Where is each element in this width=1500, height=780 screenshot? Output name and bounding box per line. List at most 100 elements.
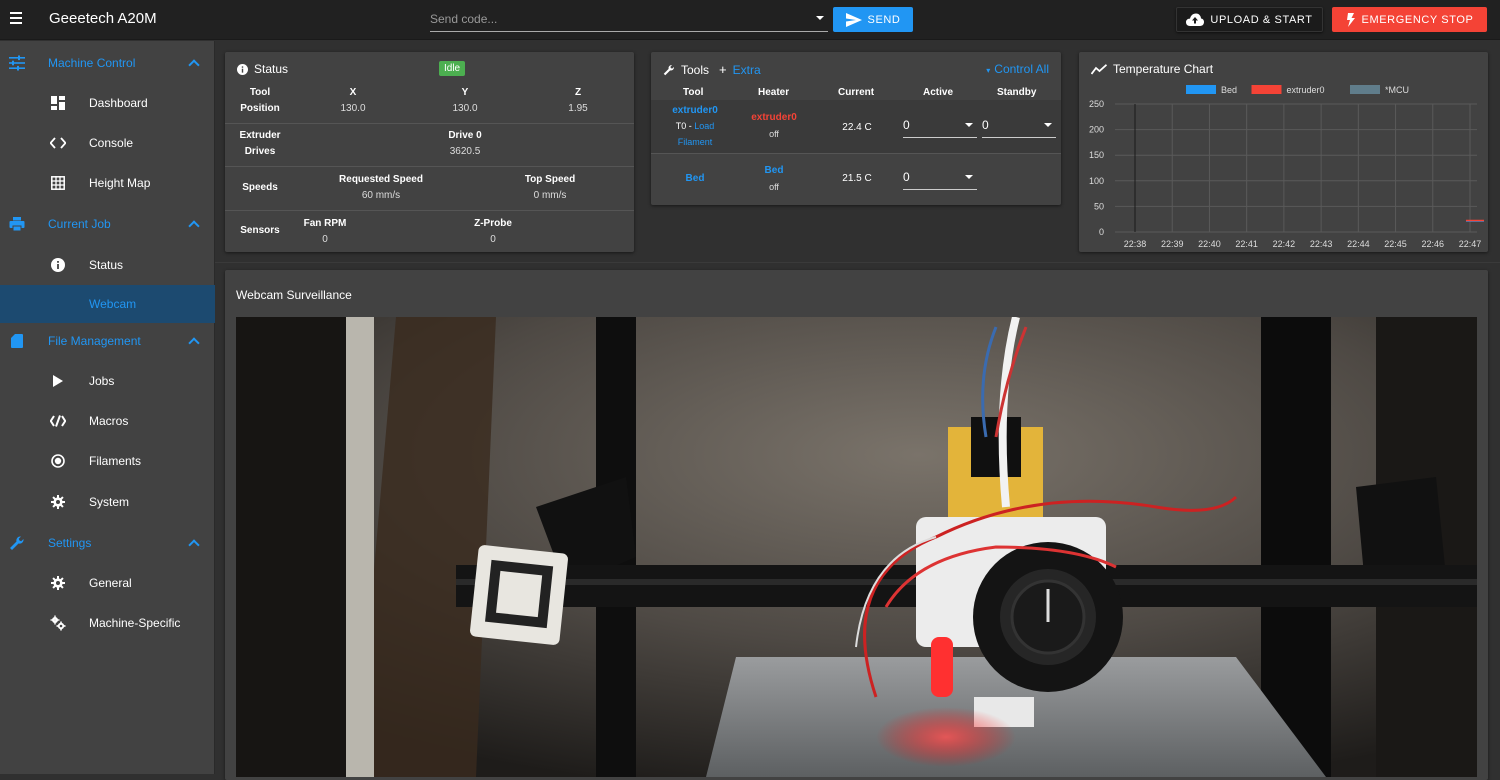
nav-item-console[interactable]: Console [0,124,215,162]
status-title-text: Status [254,62,289,76]
active-temp-select-bed[interactable]: 0 [903,166,977,190]
nav-item-label: Machine-Specific [89,616,181,630]
nav-item-webcam[interactable]: Webcam [0,285,215,323]
load-filament-link-2[interactable]: Filament [661,137,729,147]
webcam-title: Webcam Surveillance [236,288,352,302]
position-row-label: Tool Position [240,87,280,114]
play-icon [50,373,66,389]
current-temp-bed: 21.5 C [842,173,872,184]
x-tick-label: 22:38 [1124,239,1147,249]
speeds-row-label: Speeds [242,182,278,193]
chevron-up-icon [188,59,200,71]
x-tick-label: 22:40 [1198,239,1221,249]
hamburger-menu-icon[interactable] [10,12,22,24]
nav-item-dashboard[interactable]: Dashboard [0,84,215,122]
send-code-input[interactable] [430,8,810,30]
emergency-stop-label: EMERGENCY STOP [1361,13,1474,26]
legend-label: extruder0 [1287,85,1325,95]
nav-item-height-map[interactable]: Height Map [0,164,215,202]
drive-0: Drive 0 3620.5 [448,130,482,157]
chevron-up-icon [188,337,200,349]
chevron-up-icon [188,539,200,551]
dashboard-icon [50,95,66,111]
grid-icon [50,175,66,191]
current-temp-extruder0: 22.4 C [842,122,872,133]
flash-icon [1346,12,1355,27]
send-icon [845,12,862,27]
send-code-field[interactable] [430,8,828,32]
navigation-drawer: Machine Control Dashboard Console Height… [0,41,215,774]
column-header-active: Active [923,87,954,98]
standby-temp-select-extruder0[interactable]: 0 [982,114,1056,138]
z-probe: Z-Probe 0 [474,218,512,245]
upload-start-label: UPLOAD & START [1210,13,1313,26]
nav-item-macros[interactable]: Macros [0,402,215,440]
x-tick-label: 22:45 [1384,239,1407,249]
top-speed: Top Speed 0 mm/s [524,174,576,201]
nav-item-label: System [89,495,130,509]
tool-extruder0-link[interactable]: extruder0 [661,105,729,116]
control-all-menu[interactable]: ▾ Control All [986,62,1049,76]
position-z: Z 1.95 [568,87,588,114]
extra-menu[interactable]: Extra [733,63,761,77]
wrench-icon [663,64,674,75]
x-tick-label: 22:44 [1347,239,1370,249]
nav-item-label: Height Map [89,176,151,190]
webcam-image [236,317,1477,777]
column-header-current: Current [838,87,875,98]
tool-bed-link[interactable]: Bed [661,173,729,184]
chevron-down-icon[interactable] [816,16,824,20]
sensors-row-label: Sensors [240,225,280,236]
nav-group-label: File Management [48,334,141,348]
gear-icon [50,575,66,591]
nav-item-label: Status [89,258,124,272]
y-tick-label: 50 [1094,201,1104,211]
y-tick-label: 0 [1099,227,1104,237]
status-badge: Idle [439,61,466,76]
plus-icon: + [719,62,727,77]
gear-icon [50,494,66,510]
column-header-standby: Standby [997,87,1037,98]
y-tick-label: 150 [1089,150,1104,160]
nav-item-label: Filaments [89,454,142,468]
nav-item-label: Jobs [89,374,115,388]
x-tick-label: 22:41 [1235,239,1258,249]
nav-group-file-management[interactable]: File Management [0,321,215,361]
row-divider [225,123,634,124]
upload-start-button[interactable]: UPLOAD & START [1176,7,1323,32]
status-panel: Status Idle Tool Position X 130.0 Y 130.0 … [225,52,634,252]
x-tick-label: 22:47 [1459,239,1482,249]
nav-item-label: Console [89,136,134,150]
heater-bed-link[interactable]: Bed [739,165,809,176]
requested-speed: Requested Speed 60 mm/s [339,174,423,201]
nav-item-machine-specific[interactable]: Machine-Specific [0,604,215,642]
nav-item-filaments[interactable]: Filaments [0,442,215,480]
temperature-chart-title: Temperature Chart [1091,62,1213,76]
app-title: Geeetech A20M [49,10,157,27]
nav-group-machine-control[interactable]: Machine Control [0,43,215,83]
nav-group-current-job[interactable]: Current Job [0,204,215,244]
row-divider [225,210,634,211]
heater-extruder0-link[interactable]: extruder0 [739,112,809,123]
column-header-heater: Heater [758,87,790,98]
nav-group-settings[interactable]: Settings [0,523,215,563]
temperature-chart-panel: Temperature Chart Bed extruder0 *MCU 0 50 100… [1079,52,1488,252]
active-temp-select-extruder0[interactable]: 0 [903,114,977,138]
chevron-down-icon [1044,123,1052,127]
nav-item-general[interactable]: General [0,564,215,602]
extruder-row-label: Extruder Drives [239,130,281,157]
load-filament-link[interactable]: Load [694,121,714,131]
info-icon [50,257,66,273]
tool-extruder0-cell: extruder0 T0 - Load Filament [661,105,729,147]
tools-panel-title: Tools + Extra [663,62,761,77]
nav-item-status[interactable]: Status [0,246,215,284]
chevron-up-icon [188,220,200,232]
send-button[interactable]: SEND [833,7,913,32]
legend-label: Bed [1221,85,1237,95]
nav-group-label: Current Job [48,217,111,231]
row-divider [651,153,1061,154]
nav-item-jobs[interactable]: Jobs [0,362,215,400]
emergency-stop-button[interactable]: EMERGENCY STOP [1332,7,1487,32]
nav-item-system[interactable]: System [0,483,215,521]
section-divider [215,262,1500,263]
